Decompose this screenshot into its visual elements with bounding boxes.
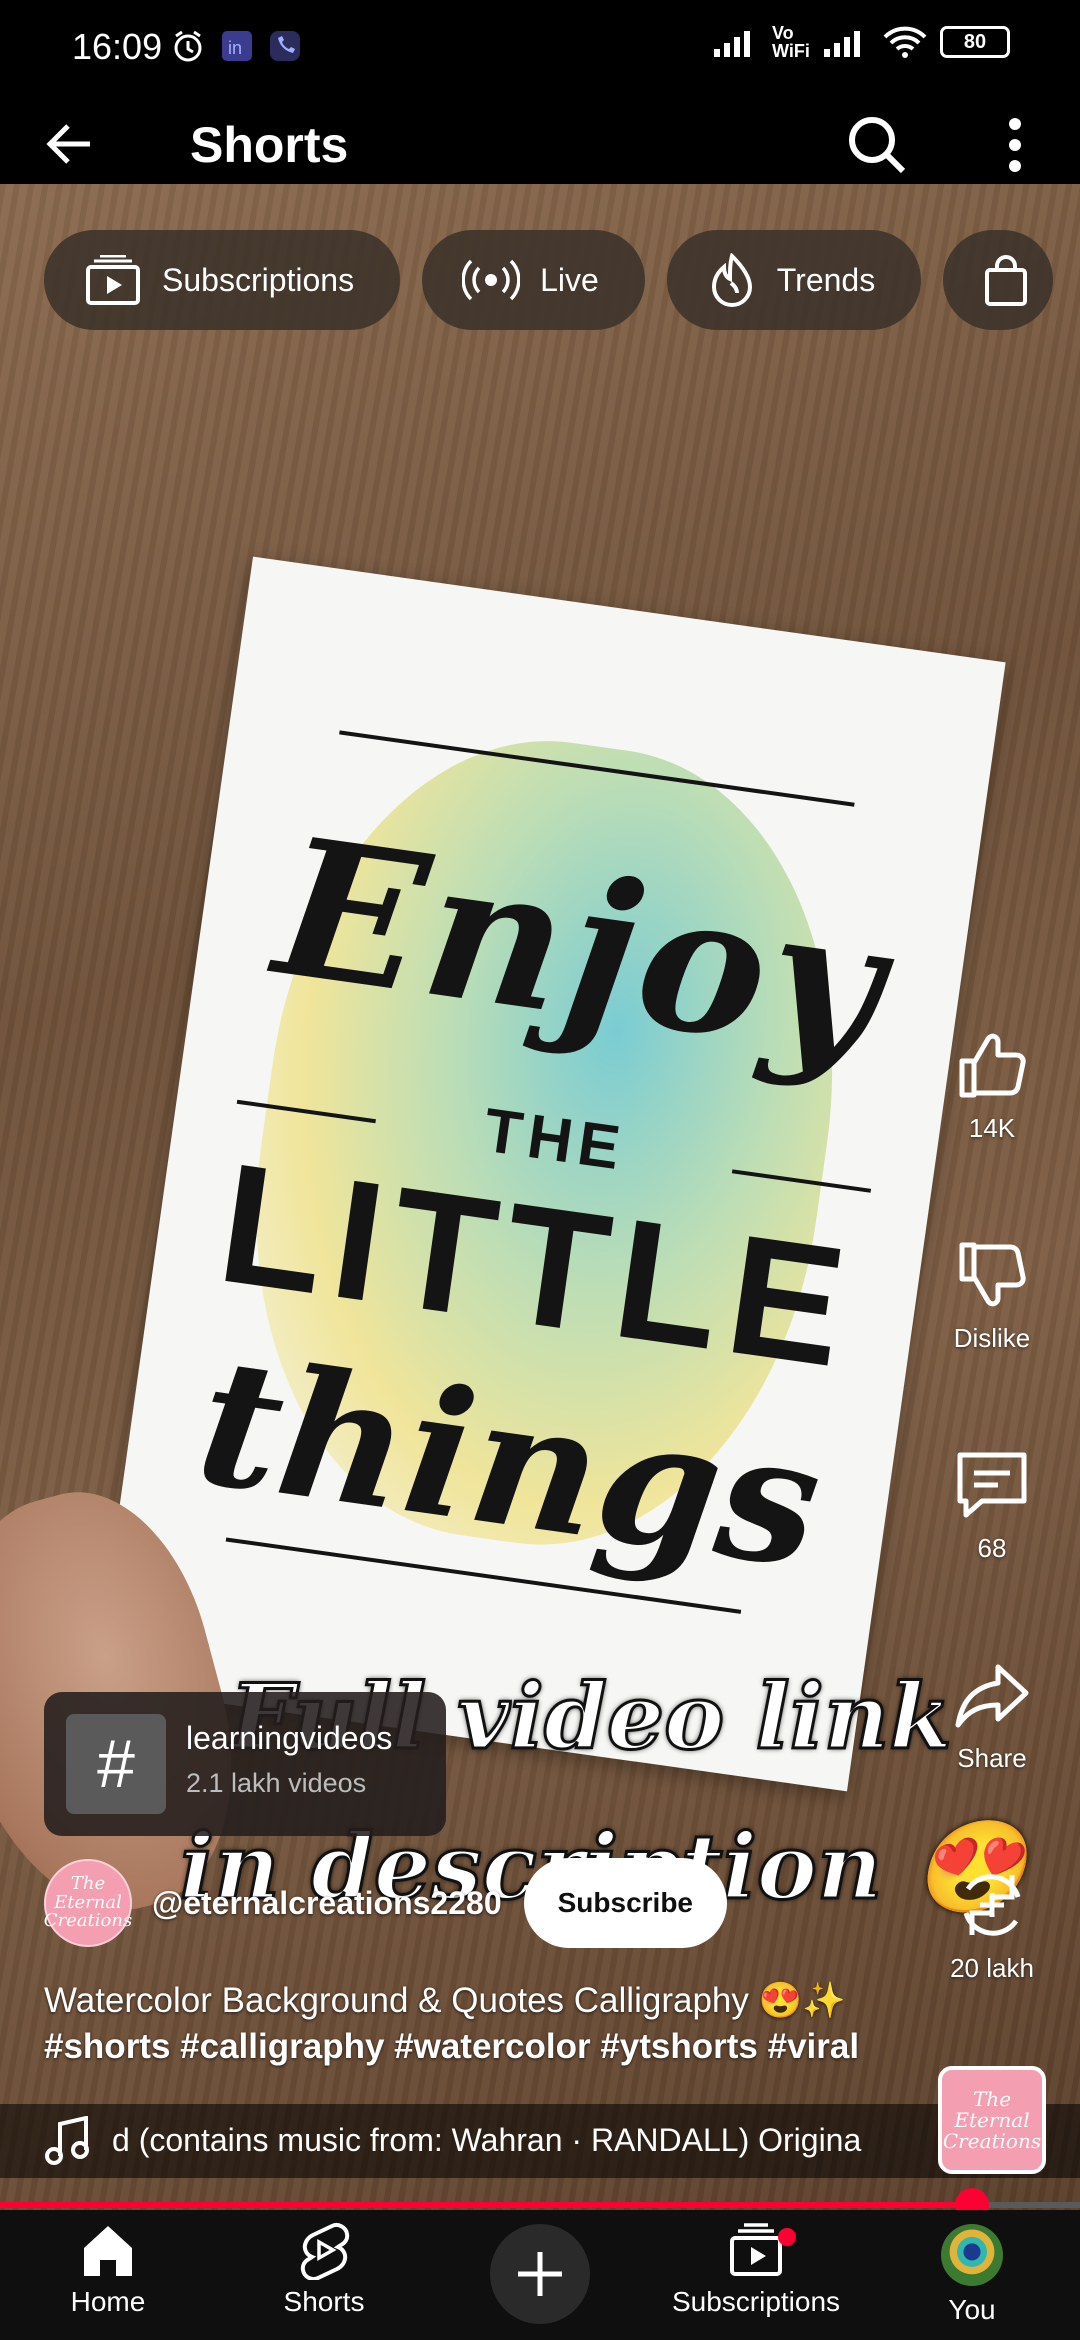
shopping-bag-icon [985, 255, 1028, 306]
search-button[interactable] [842, 110, 912, 180]
hashtag-icon: # [66, 1714, 166, 1814]
chip-shopping[interactable] [943, 230, 1054, 330]
shorts-icon [300, 2223, 350, 2280]
nav-you[interactable]: You [872, 2220, 1072, 2326]
remix-icon [963, 1874, 1021, 1936]
dislike-button[interactable]: Dislike [930, 1235, 1054, 1354]
chip-live[interactable]: Live [422, 230, 645, 330]
thumbs-up-icon [959, 1033, 1026, 1098]
video-caption[interactable]: Watercolor Background & Quotes Calligrap… [44, 1978, 904, 2070]
arrow-left-icon [46, 124, 90, 164]
linkedin-icon: in [222, 31, 252, 61]
hashtag-video-count: 2.1 lakh videos [186, 1768, 367, 1798]
network-label: Vo WiFi [772, 23, 810, 61]
comment-icon [957, 1452, 1027, 1518]
like-button[interactable]: 14K [930, 1025, 1054, 1144]
nav-home[interactable]: Home [8, 2220, 208, 2318]
channel-handle[interactable]: @eternalcreations2280 [152, 1885, 502, 1922]
subscribe-button[interactable]: Subscribe [523, 1858, 727, 1948]
nav-shorts[interactable]: Shorts [224, 2220, 424, 2318]
home-icon [84, 2226, 132, 2276]
hashtag-card[interactable]: # learningvideos 2.1 lakh videos [44, 1692, 446, 1836]
status-bar: 16:09 in Vo WiFi 80 [0, 0, 1080, 100]
caption-title: Watercolor Background & Quotes Calligrap… [44, 1981, 846, 2020]
profile-avatar [941, 2224, 1003, 2286]
search-icon [849, 117, 906, 174]
subscriptions-icon [730, 2223, 782, 2276]
svg-text:in: in [228, 38, 242, 58]
music-info: d (contains music from: Wahran · RANDALL… [112, 2122, 862, 2158]
live-icon [462, 259, 521, 301]
trends-icon [711, 253, 752, 307]
page-title: Shorts [190, 117, 349, 173]
back-button[interactable] [40, 114, 112, 174]
nav-subscriptions[interactable]: Subscriptions [656, 2220, 856, 2318]
status-time: 16:09 [72, 26, 163, 67]
bottom-nav: Home Shorts Subscriptions You [0, 2210, 1080, 2340]
hashtag-title: learningvideos [186, 1720, 393, 1756]
top-app-bar: Shorts [0, 100, 1080, 184]
comments-button[interactable]: 68 [930, 1445, 1054, 1564]
chip-subscriptions[interactable]: Subscriptions [44, 230, 401, 330]
battery-icon: 80 [940, 26, 1010, 58]
signal-icon [714, 31, 750, 57]
more-options-button[interactable] [990, 110, 1040, 180]
progress-fill [0, 2202, 972, 2208]
new-content-dot [778, 2228, 796, 2246]
plus-icon [518, 2252, 562, 2296]
quote-card-image: Enjoy THE LITTLE things [94, 556, 1006, 1792]
music-strip[interactable]: d (contains music from: Wahran · RANDALL… [0, 2104, 1080, 2178]
music-thumbnail[interactable]: The Eternal Creations [938, 2066, 1046, 2174]
caption-hashtags[interactable]: #shorts #calligraphy #watercolor #ytshor… [44, 2024, 904, 2070]
remix-button[interactable]: 20 lakh [930, 1865, 1054, 1984]
subscriptions-icon [86, 255, 140, 305]
channel-row: The Eternal Creations @eternalcreations228… [44, 1858, 727, 1948]
channel-avatar[interactable]: The Eternal Creations [44, 1859, 132, 1947]
signal-icon-2 [824, 31, 860, 57]
wifi-icon [883, 26, 927, 58]
thumbs-down-icon [959, 1242, 1026, 1307]
alarm-icon [174, 30, 202, 62]
video-progress-bar[interactable] [0, 2188, 1080, 2222]
music-note-icon [45, 2116, 89, 2165]
chip-trends[interactable]: Trends [666, 230, 922, 330]
share-button[interactable]: Share [930, 1655, 1054, 1774]
create-button[interactable] [490, 2224, 590, 2324]
chip-bar: Subscriptions Live Trends [44, 230, 1054, 330]
more-vert-icon [1009, 118, 1021, 172]
quote-line-enjoy: Enjoy [264, 794, 899, 1101]
share-icon [955, 1664, 1029, 1728]
phone-icon [270, 31, 300, 61]
